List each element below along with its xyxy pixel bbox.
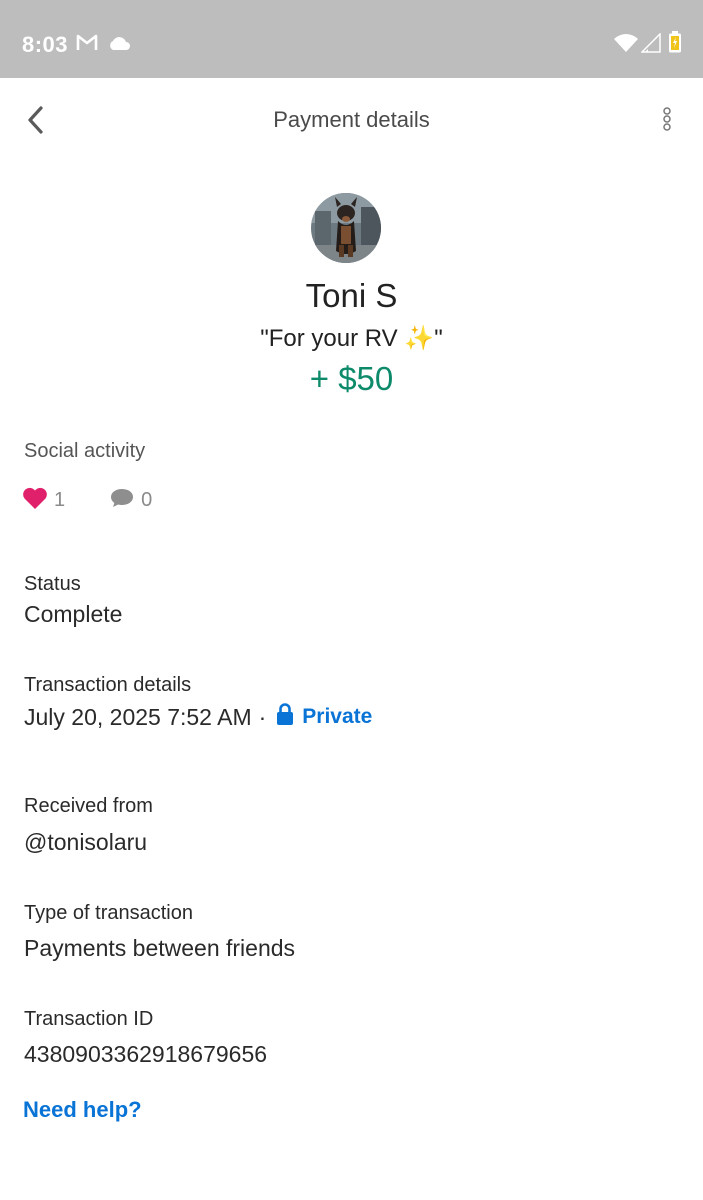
cloud-icon <box>107 35 131 56</box>
page-title: Payment details <box>273 107 430 132</box>
payment-amount: + $50 <box>309 360 394 397</box>
status-time: 8:03 <box>22 32 69 57</box>
transaction-datetime: July 20, 2025 7:52 AM <box>24 703 252 730</box>
transaction-id-value: 4380903362918679656 <box>24 1041 268 1067</box>
like-count: 1 <box>54 488 66 511</box>
status-value: Complete <box>24 601 123 627</box>
status-label: Status <box>24 573 81 595</box>
social-activity-row: 1 0 <box>22 484 152 516</box>
lock-icon <box>276 702 302 732</box>
received-from-label: Received from <box>24 795 153 817</box>
battery-icon <box>668 31 682 58</box>
avatar[interactable] <box>311 193 381 263</box>
social-activity-label: Social activity <box>24 440 146 462</box>
like-button[interactable]: 1 <box>22 486 65 515</box>
app-bar: Payment details <box>0 78 703 162</box>
signal-icon <box>640 32 661 58</box>
comment-button[interactable]: 0 <box>109 486 152 515</box>
wifi-icon <box>614 33 638 58</box>
more-options-button[interactable] <box>652 102 682 142</box>
privacy-setting[interactable]: Private <box>276 702 372 732</box>
comment-icon <box>109 486 135 515</box>
payer-name: Toni S <box>305 277 398 314</box>
heart-icon <box>22 486 48 515</box>
privacy-label: Private <box>302 705 373 728</box>
transaction-details-label: Transaction details <box>24 674 192 696</box>
status-bar: 8:03 <box>0 0 703 78</box>
transaction-type-label: Type of transaction <box>24 902 193 924</box>
gmail-icon <box>76 33 98 56</box>
transaction-id-label: Transaction ID <box>24 1008 154 1030</box>
payment-note: "For your RV ✨" <box>260 325 443 352</box>
need-help-link[interactable]: Need help? <box>23 1097 142 1123</box>
more-vertical-icon <box>652 107 682 146</box>
transaction-details-line: July 20, 2025 7:52 AM · Private <box>24 702 372 732</box>
received-from-value[interactable]: @tonisolaru <box>24 829 147 856</box>
transaction-type-value: Payments between friends <box>24 935 296 961</box>
separator-dot: · <box>258 703 267 730</box>
comment-count: 0 <box>141 488 153 511</box>
